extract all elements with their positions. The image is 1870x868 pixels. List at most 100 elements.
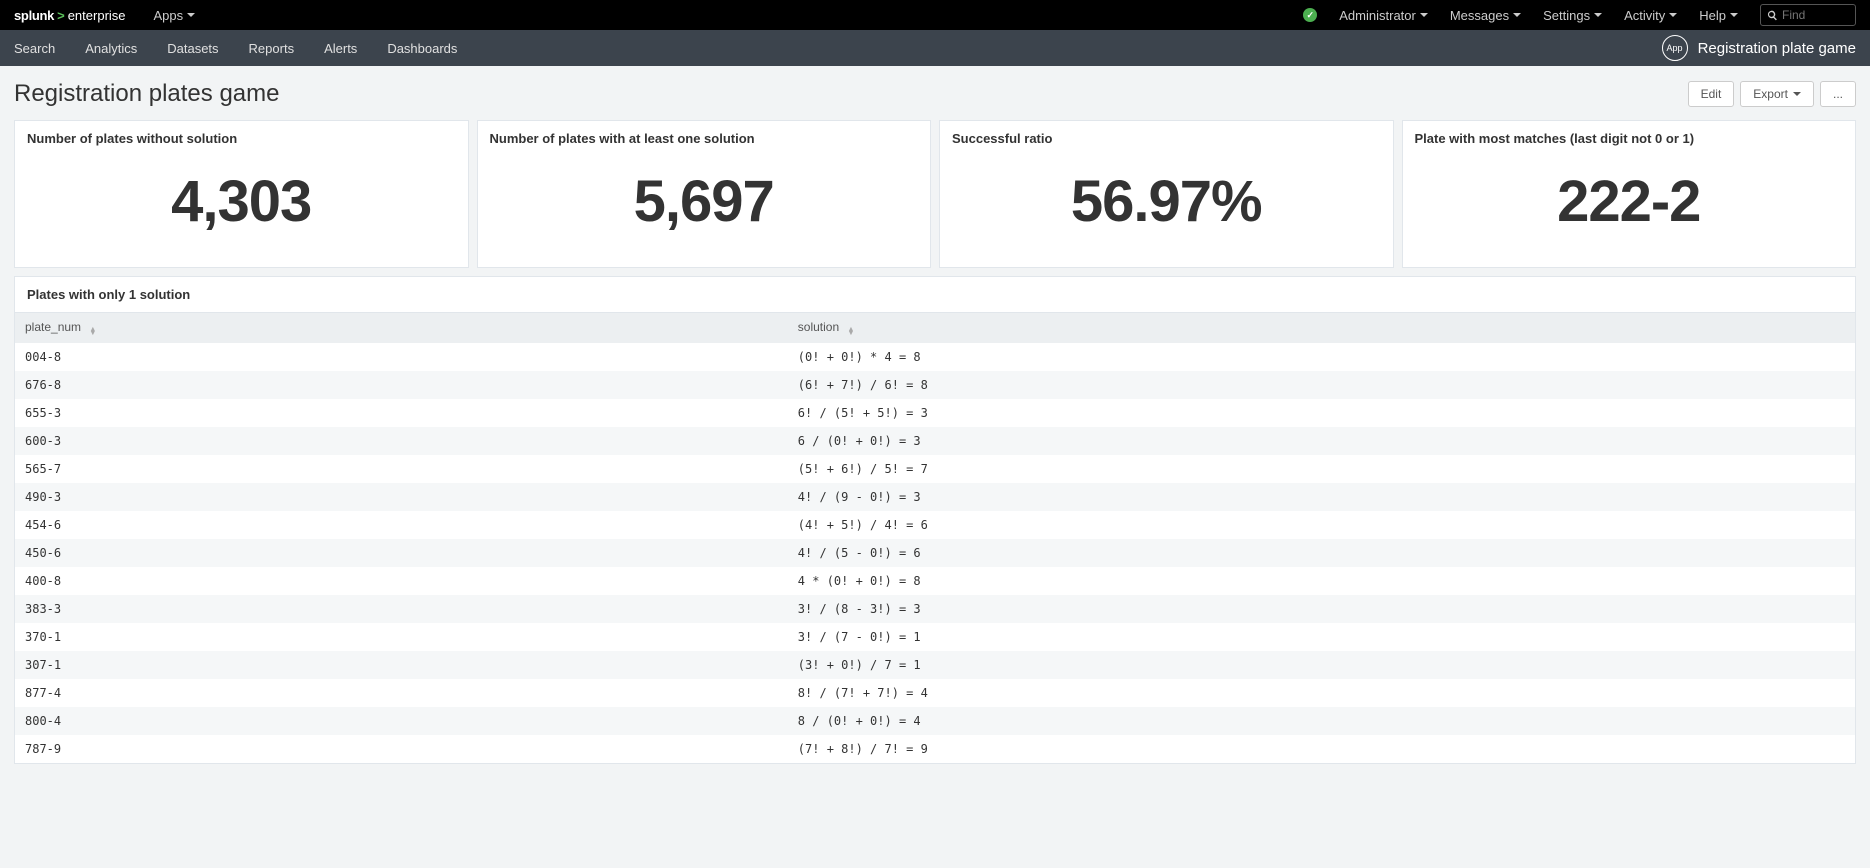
help-label: Help [1699, 8, 1726, 23]
table-row[interactable]: 307-1(3! + 0!) / 7 = 1 [15, 651, 1855, 679]
cell-plate-num: 400-8 [15, 567, 788, 595]
cell-solution: 3! / (7 - 0!) = 1 [788, 623, 1855, 651]
cell-solution: 6 / (0! + 0!) = 3 [788, 427, 1855, 455]
chevron-down-icon [1594, 13, 1602, 17]
find-box[interactable] [1760, 4, 1856, 26]
apps-label: Apps [154, 8, 184, 23]
panel-title: Successful ratio [940, 121, 1393, 150]
chevron-down-icon [1669, 13, 1677, 17]
table-row[interactable]: 655-36! / (5! + 5!) = 3 [15, 399, 1855, 427]
table-row[interactable]: 565-7(5! + 6!) / 5! = 7 [15, 455, 1855, 483]
panel-title: Plate with most matches (last digit not … [1403, 121, 1856, 150]
panel-title: Number of plates with at least one solut… [478, 121, 931, 150]
messages-menu[interactable]: Messages [1450, 8, 1521, 23]
table-row[interactable]: 370-13! / (7 - 0!) = 1 [15, 623, 1855, 651]
single-value-panel[interactable]: Number of plates with at least one solut… [477, 120, 932, 268]
settings-label: Settings [1543, 8, 1590, 23]
nav-item-datasets[interactable]: Datasets [167, 41, 218, 56]
export-button[interactable]: Export [1740, 81, 1814, 107]
single-value-panel[interactable]: Number of plates without solution4,303 [14, 120, 469, 268]
table-row[interactable]: 450-64! / (5 - 0!) = 6 [15, 539, 1855, 567]
logo-text-enterprise: enterprise [68, 8, 126, 23]
results-table: plate_num ▲▼ solution ▲▼ 004-8(0! + 0!) … [15, 312, 1855, 763]
cell-solution: 4 * (0! + 0!) = 8 [788, 567, 1855, 595]
administrator-label: Administrator [1339, 8, 1416, 23]
cell-plate-num: 676-8 [15, 371, 788, 399]
cell-plate-num: 787-9 [15, 735, 788, 763]
find-input[interactable] [1782, 8, 1849, 22]
topbar: splunk > enterprise Apps Administrator M… [0, 0, 1870, 30]
more-button[interactable]: ... [1820, 81, 1856, 107]
chevron-down-icon [1513, 13, 1521, 17]
cell-plate-num: 490-3 [15, 483, 788, 511]
table-row[interactable]: 004-8(0! + 0!) * 4 = 8 [15, 343, 1855, 371]
panel-value: 222-2 [1403, 150, 1856, 267]
cell-solution: (3! + 0!) / 7 = 1 [788, 651, 1855, 679]
status-ok-icon[interactable] [1303, 8, 1317, 22]
table-row[interactable]: 454-6(4! + 5!) / 4! = 6 [15, 511, 1855, 539]
chevron-down-icon [1730, 13, 1738, 17]
cell-solution: 8! / (7! + 7!) = 4 [788, 679, 1855, 707]
app-navbar: Search Analytics Datasets Reports Alerts Dash… [0, 30, 1870, 66]
cell-solution: 8 / (0! + 0!) = 4 [788, 707, 1855, 735]
cell-solution: (7! + 8!) / 7! = 9 [788, 735, 1855, 763]
cell-plate-num: 565-7 [15, 455, 788, 483]
table-row[interactable]: 490-34! / (9 - 0!) = 3 [15, 483, 1855, 511]
cell-plate-num: 307-1 [15, 651, 788, 679]
activity-menu[interactable]: Activity [1624, 8, 1677, 23]
table-row[interactable]: 600-36 / (0! + 0!) = 3 [15, 427, 1855, 455]
apps-menu[interactable]: Apps [154, 8, 196, 23]
page-header: Registration plates game Edit Export ... [0, 66, 1870, 120]
single-value-panel[interactable]: Plate with most matches (last digit not … [1402, 120, 1857, 268]
chevron-down-icon [1420, 13, 1428, 17]
cell-solution: 4! / (5 - 0!) = 6 [788, 539, 1855, 567]
logo-caret-icon: > [57, 8, 65, 23]
cell-plate-num: 877-4 [15, 679, 788, 707]
cell-solution: (4! + 5!) / 4! = 6 [788, 511, 1855, 539]
cell-plate-num: 450-6 [15, 539, 788, 567]
help-menu[interactable]: Help [1699, 8, 1738, 23]
sort-icon: ▲▼ [848, 328, 855, 336]
nav-item-dashboards[interactable]: Dashboards [387, 41, 457, 56]
cell-plate-num: 004-8 [15, 343, 788, 371]
col-plate-num[interactable]: plate_num ▲▼ [15, 313, 788, 344]
single-value-panel[interactable]: Successful ratio56.97% [939, 120, 1394, 268]
table-row[interactable]: 400-84 * (0! + 0!) = 8 [15, 567, 1855, 595]
app-icon[interactable]: App [1662, 35, 1688, 61]
cell-solution: (5! + 6!) / 5! = 7 [788, 455, 1855, 483]
cell-plate-num: 655-3 [15, 399, 788, 427]
settings-menu[interactable]: Settings [1543, 8, 1602, 23]
cell-plate-num: 454-6 [15, 511, 788, 539]
table-title: Plates with only 1 solution [15, 277, 1855, 312]
chevron-down-icon [1793, 92, 1801, 96]
cell-plate-num: 600-3 [15, 427, 788, 455]
table-panel: Plates with only 1 solution plate_num ▲▼… [14, 276, 1856, 764]
nav-item-alerts[interactable]: Alerts [324, 41, 357, 56]
app-name: Registration plate game [1698, 40, 1856, 57]
panel-value: 5,697 [478, 150, 931, 267]
nav-item-search[interactable]: Search [14, 41, 55, 56]
table-row[interactable]: 877-48! / (7! + 7!) = 4 [15, 679, 1855, 707]
col-solution[interactable]: solution ▲▼ [788, 313, 1855, 344]
messages-label: Messages [1450, 8, 1509, 23]
table-row[interactable]: 787-9(7! + 8!) / 7! = 9 [15, 735, 1855, 763]
cell-plate-num: 383-3 [15, 595, 788, 623]
table-row[interactable]: 676-8(6! + 7!) / 6! = 8 [15, 371, 1855, 399]
sort-icon: ▲▼ [89, 328, 96, 336]
edit-button[interactable]: Edit [1688, 81, 1735, 107]
cell-plate-num: 800-4 [15, 707, 788, 735]
cell-plate-num: 370-1 [15, 623, 788, 651]
nav-items: Search Analytics Datasets Reports Alerts Dash… [14, 41, 487, 56]
table-row[interactable]: 800-48 / (0! + 0!) = 4 [15, 707, 1855, 735]
table-row[interactable]: 383-33! / (8 - 3!) = 3 [15, 595, 1855, 623]
logo-text-splunk: splunk [14, 8, 54, 23]
splunk-logo[interactable]: splunk > enterprise [14, 8, 126, 23]
administrator-menu[interactable]: Administrator [1339, 8, 1428, 23]
cell-solution: 3! / (8 - 3!) = 3 [788, 595, 1855, 623]
panel-title: Number of plates without solution [15, 121, 468, 150]
panel-value: 56.97% [940, 150, 1393, 267]
nav-item-reports[interactable]: Reports [249, 41, 295, 56]
cell-solution: (0! + 0!) * 4 = 8 [788, 343, 1855, 371]
cell-solution: 4! / (9 - 0!) = 3 [788, 483, 1855, 511]
nav-item-analytics[interactable]: Analytics [85, 41, 137, 56]
